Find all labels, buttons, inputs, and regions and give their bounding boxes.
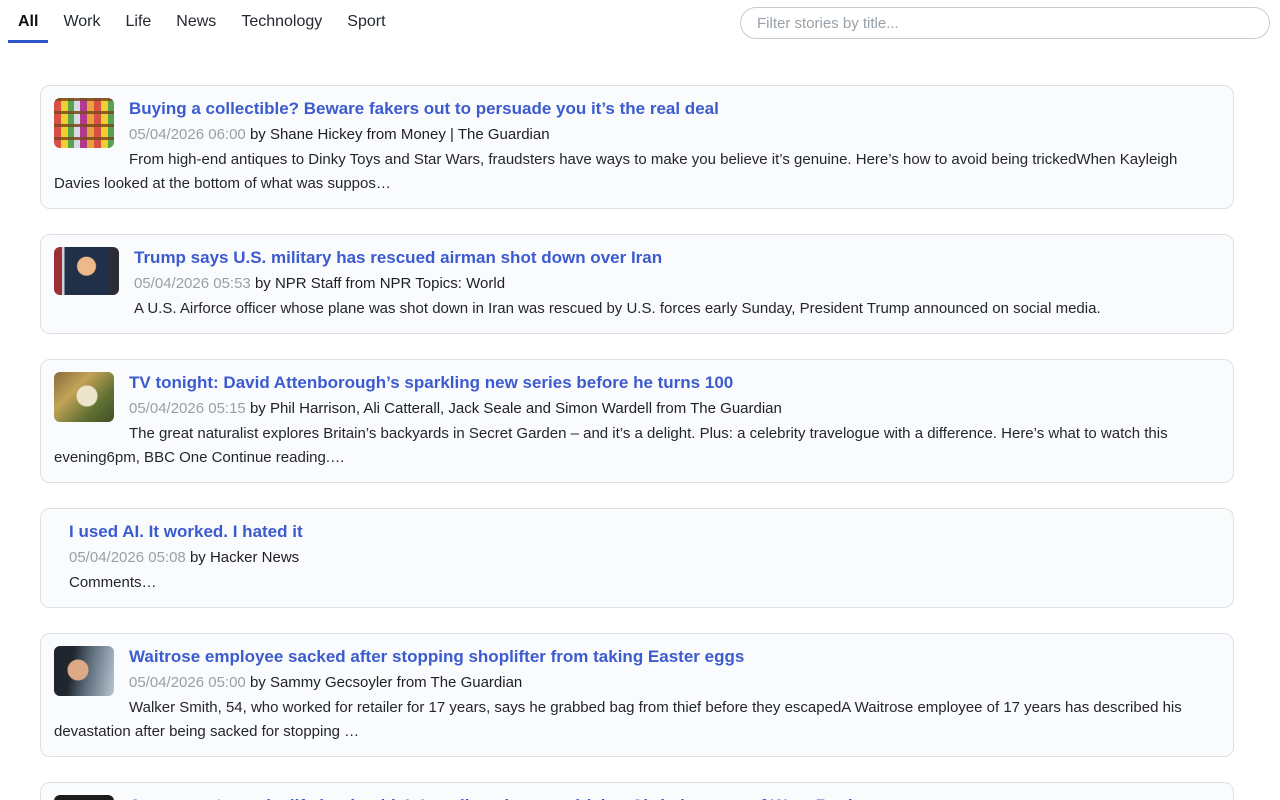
tab-all[interactable]: All (8, 0, 48, 43)
story-title: Waitrose employee sacked after stopping … (54, 644, 1218, 670)
story-summary: A U.S. Airforce officer whose plane was … (54, 297, 1218, 321)
story-byline: by Phil Harrison, Ali Catterall, Jack Se… (250, 400, 782, 417)
tab-news[interactable]: News (166, 0, 226, 43)
story-thumbnail-trump-oval-office (54, 247, 119, 295)
story-byline: by Shane Hickey from Money | The Guardia… (250, 126, 550, 143)
top-bar: All Work Life News Technology Sport (0, 0, 1280, 46)
story-card: Trump says U.S. military has rescued air… (40, 234, 1234, 334)
story-card: A strategy ‘to make life intolerable’: I… (40, 782, 1234, 800)
story-title: Buying a collectible? Beware fakers out … (54, 96, 1218, 122)
story-meta: 05/04/2026 05:08 by Hacker News (69, 545, 1218, 571)
tab-sport[interactable]: Sport (337, 0, 395, 43)
story-date: 05/04/2026 05:08 (69, 549, 186, 566)
story-title: Trump says U.S. military has rescued air… (54, 245, 1218, 271)
story-byline: by Hacker News (190, 549, 299, 566)
tab-work[interactable]: Work (53, 0, 110, 43)
category-tabs: All Work Life News Technology Sport (8, 0, 401, 43)
story-title-link[interactable]: TV tonight: David Attenborough’s sparkli… (129, 373, 733, 392)
story-title-link[interactable]: Buying a collectible? Beware fakers out … (129, 99, 719, 118)
story-thumbnail-vehicle-windshield (54, 795, 114, 800)
story-summary: Walker Smith, 54, who worked for retaile… (54, 696, 1218, 744)
tab-technology[interactable]: Technology (231, 0, 332, 43)
story-card: Buying a collectible? Beware fakers out … (40, 85, 1234, 209)
story-date: 05/04/2026 05:15 (129, 400, 246, 417)
story-title-link[interactable]: Trump says U.S. military has rescued air… (134, 248, 662, 267)
story-title: A strategy ‘to make life intolerable’: I… (54, 793, 1218, 800)
story-title: TV tonight: David Attenborough’s sparkli… (54, 370, 1218, 396)
story-title: I used AI. It worked. I hated it (69, 519, 1218, 545)
story-summary: The great naturalist explores Britain’s … (54, 422, 1218, 470)
filter-stories-input[interactable] (740, 7, 1270, 39)
story-card: TV tonight: David Attenborough’s sparkli… (40, 359, 1234, 483)
story-byline: by Sammy Gecsoyler from The Guardian (250, 674, 522, 691)
story-date: 05/04/2026 05:00 (129, 674, 246, 691)
story-summary: Comments… (69, 571, 1218, 595)
story-date: 05/04/2026 05:53 (134, 275, 251, 292)
story-title-link[interactable]: A strategy ‘to make life intolerable’: I… (129, 796, 857, 800)
story-list: Buying a collectible? Beware fakers out … (40, 85, 1234, 800)
story-meta: 05/04/2026 05:53 by NPR Staff from NPR T… (54, 271, 1218, 297)
story-thumbnail-waitrose-employee (54, 646, 114, 696)
story-meta: 05/04/2026 06:00 by Shane Hickey from Mo… (54, 122, 1218, 148)
story-summary: From high-end antiques to Dinky Toys and… (54, 148, 1218, 196)
search-area (740, 0, 1270, 39)
story-card: Waitrose employee sacked after stopping … (40, 633, 1234, 757)
story-thumbnail-toy-shelves (54, 98, 114, 148)
tab-life[interactable]: Life (116, 0, 162, 43)
story-thumbnail-attenborough-garden (54, 372, 114, 422)
story-date: 05/04/2026 06:00 (129, 126, 246, 143)
story-meta: 05/04/2026 05:00 by Sammy Gecsoyler from… (54, 670, 1218, 696)
story-title-link[interactable]: I used AI. It worked. I hated it (69, 522, 303, 541)
story-card: I used AI. It worked. I hated it 05/04/2… (40, 508, 1234, 608)
story-byline: by NPR Staff from NPR Topics: World (255, 275, 505, 292)
story-title-link[interactable]: Waitrose employee sacked after stopping … (129, 647, 744, 666)
story-meta: 05/04/2026 05:15 by Phil Harrison, Ali C… (54, 396, 1218, 422)
